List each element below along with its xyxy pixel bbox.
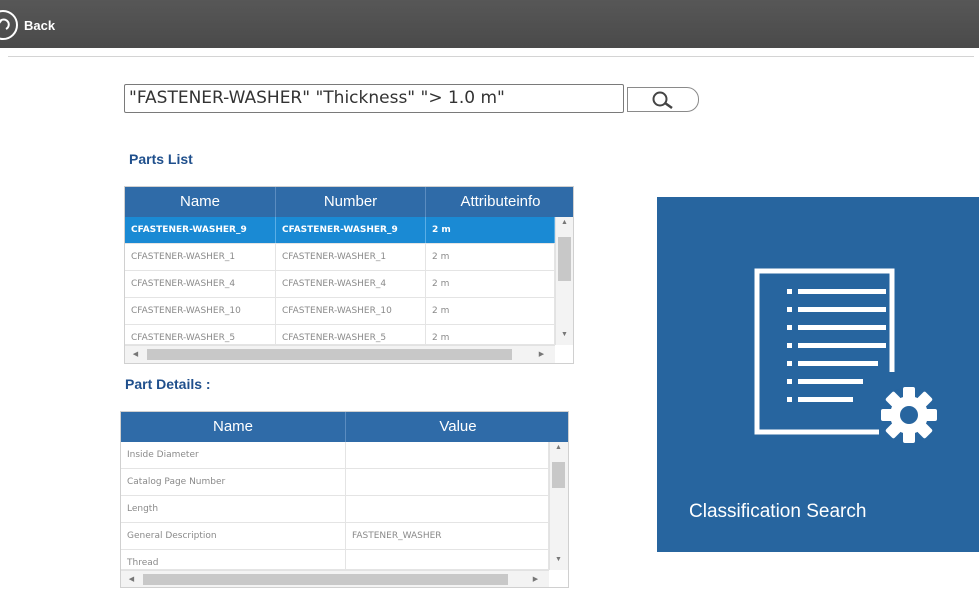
cell-number: CFASTENER-WASHER_1 — [276, 244, 426, 270]
table-row[interactable]: General Description FASTENER_WASHER — [121, 523, 549, 550]
parts-list-vertical-scrollbar[interactable]: ▲ ▼ — [555, 217, 573, 345]
cell-value — [346, 550, 549, 570]
back-label: Back — [24, 17, 56, 33]
cell-attributeinfo: 2 m — [426, 298, 555, 324]
cell-name: Catalog Page Number — [121, 469, 346, 495]
search-button[interactable] — [627, 87, 699, 112]
table-row[interactable]: Catalog Page Number — [121, 469, 549, 496]
scroll-right-arrow-icon[interactable]: ▶ — [527, 575, 544, 583]
search-input[interactable]: "FASTENER-WASHER" "Thickness" "> 1.0 m" — [124, 84, 624, 113]
column-header-value[interactable]: Value — [346, 412, 568, 442]
cell-name: Inside Diameter — [121, 442, 346, 468]
scroll-up-arrow-icon[interactable]: ▲ — [556, 219, 573, 226]
column-header-name[interactable]: Name — [125, 187, 276, 217]
scroll-up-arrow-icon[interactable]: ▲ — [550, 444, 567, 451]
cell-name: CFASTENER-WASHER_1 — [125, 244, 276, 270]
table-row[interactable]: CFASTENER-WASHER_1 CFASTENER-WASHER_1 2 … — [125, 244, 555, 271]
parts-list-title: Parts List — [129, 151, 193, 167]
cell-name: CFASTENER-WASHER_5 — [125, 325, 276, 345]
classification-search-label: Classification Search — [689, 501, 867, 522]
part-details-header: Name Value — [121, 412, 568, 442]
search-icon — [652, 91, 673, 109]
cell-value — [346, 469, 549, 495]
table-row[interactable]: CFASTENER-WASHER_4 CFASTENER-WASHER_4 2 … — [125, 271, 555, 298]
cell-number: CFASTENER-WASHER_4 — [276, 271, 426, 297]
table-row[interactable]: Thread — [121, 550, 549, 570]
scroll-thumb[interactable] — [552, 462, 565, 488]
scroll-thumb[interactable] — [147, 349, 512, 360]
scroll-down-arrow-icon[interactable]: ▼ — [550, 556, 567, 563]
table-row[interactable]: CFASTENER-WASHER_9 CFASTENER-WASHER_9 2 … — [125, 217, 555, 244]
cell-number: CFASTENER-WASHER_5 — [276, 325, 426, 345]
scroll-thumb[interactable] — [143, 574, 508, 585]
back-icon — [0, 10, 18, 40]
cell-attributeinfo: 2 m — [426, 271, 555, 297]
scroll-down-arrow-icon[interactable]: ▼ — [556, 331, 573, 338]
cell-name: Length — [121, 496, 346, 522]
column-header-number[interactable]: Number — [276, 187, 426, 217]
classification-search-tile[interactable]: Classification Search — [657, 197, 979, 552]
cell-value: FASTENER_WASHER — [346, 523, 549, 549]
parts-list-header: Name Number Attributeinfo — [125, 187, 573, 217]
cell-name: CFASTENER-WASHER_4 — [125, 271, 276, 297]
cell-attributeinfo: 2 m — [426, 217, 555, 243]
cell-number: CFASTENER-WASHER_10 — [276, 298, 426, 324]
cell-name: CFASTENER-WASHER_10 — [125, 298, 276, 324]
table-row[interactable]: Inside Diameter — [121, 442, 549, 469]
column-header-name[interactable]: Name — [121, 412, 346, 442]
table-row[interactable]: Length — [121, 496, 549, 523]
top-bar: Back — [0, 0, 979, 48]
scroll-left-arrow-icon[interactable]: ◀ — [127, 350, 144, 358]
back-button[interactable]: Back — [0, 10, 55, 40]
document-list-gear-icon — [754, 268, 937, 443]
table-row[interactable]: CFASTENER-WASHER_10 CFASTENER-WASHER_10 … — [125, 298, 555, 325]
cell-value — [346, 442, 549, 468]
cell-attributeinfo: 2 m — [426, 244, 555, 270]
part-details-grid: Name Value Inside Diameter Catalog Page … — [120, 411, 569, 588]
part-details-horizontal-scrollbar[interactable]: ◀ ▶ — [121, 570, 549, 587]
parts-list-horizontal-scrollbar[interactable]: ◀ ▶ — [125, 345, 555, 363]
scroll-left-arrow-icon[interactable]: ◀ — [123, 575, 140, 583]
cell-attributeinfo: 2 m — [426, 325, 555, 345]
scroll-right-arrow-icon[interactable]: ▶ — [533, 350, 550, 358]
cell-name: General Description — [121, 523, 346, 549]
header-divider — [8, 56, 974, 57]
cell-number: CFASTENER-WASHER_9 — [276, 217, 426, 243]
cell-name: Thread — [121, 550, 346, 570]
parts-list-grid: Name Number Attributeinfo CFASTENER-WASH… — [124, 186, 574, 364]
part-details-title: Part Details : — [125, 376, 211, 392]
column-header-attributeinfo[interactable]: Attributeinfo — [426, 187, 573, 217]
scroll-thumb[interactable] — [558, 237, 571, 281]
cell-name: CFASTENER-WASHER_9 — [125, 217, 276, 243]
table-row[interactable]: CFASTENER-WASHER_5 CFASTENER-WASHER_5 2 … — [125, 325, 555, 345]
cell-value — [346, 496, 549, 522]
part-details-vertical-scrollbar[interactable]: ▲ ▼ — [549, 442, 568, 570]
